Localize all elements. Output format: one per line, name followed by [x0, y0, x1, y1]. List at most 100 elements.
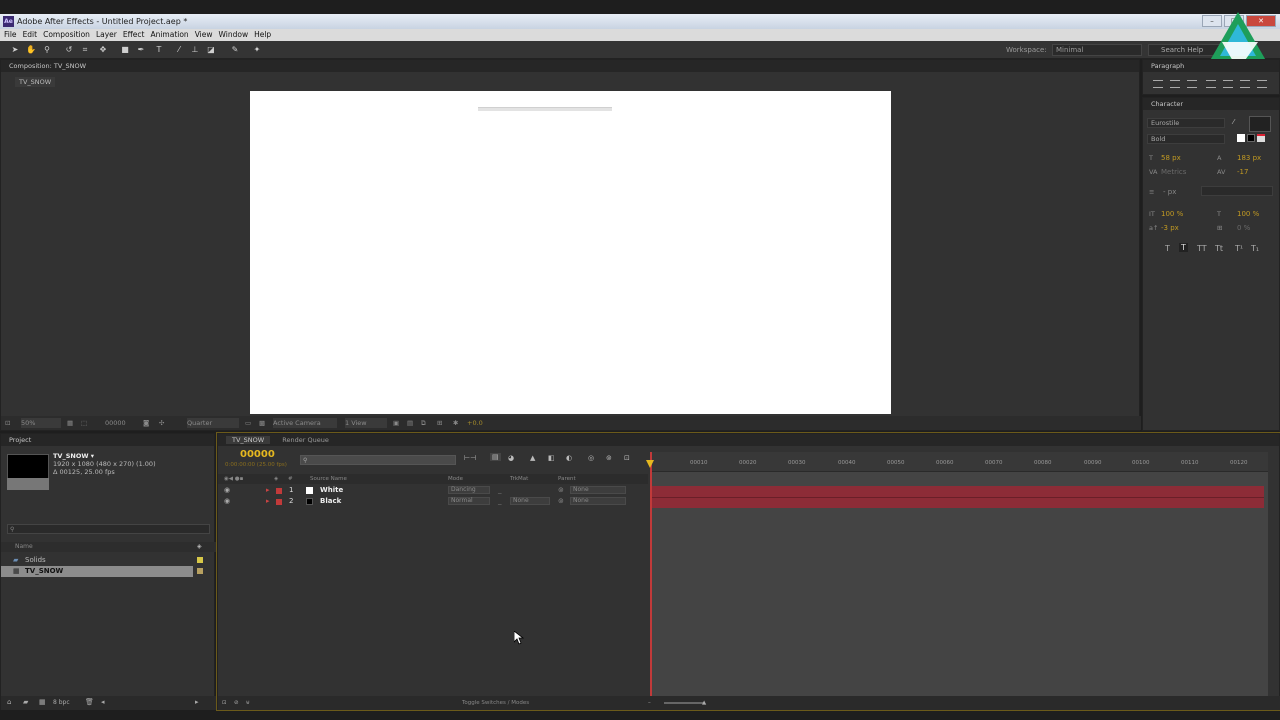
stroke-width-value[interactable]: - px: [1163, 188, 1176, 196]
comp-mini-flowchart-icon[interactable]: ⊢⊣: [464, 454, 476, 462]
toggle-switches-modes-button[interactable]: Toggle Switches / Modes: [462, 696, 529, 710]
zoom-tool-icon[interactable]: ⚲: [42, 45, 52, 55]
paragraph-tab[interactable]: Paragraph: [1151, 62, 1184, 70]
clone-stamp-tool-icon[interactable]: ⊥: [190, 45, 200, 55]
small-caps-icon[interactable]: Tt: [1215, 244, 1223, 253]
resolution-select[interactable]: Quarter: [187, 418, 239, 428]
puppet-tool-icon[interactable]: ✦: [252, 45, 262, 55]
new-composition-icon[interactable]: ▦: [39, 698, 46, 706]
pen-tool-icon[interactable]: ✒: [136, 45, 146, 55]
layer-duration-bar-2[interactable]: [652, 497, 1264, 508]
hide-shy-layers-icon[interactable]: ◕: [508, 454, 514, 462]
all-caps-icon[interactable]: TT: [1197, 244, 1207, 253]
layer-label-swatch[interactable]: [276, 499, 282, 505]
layer-parent-select[interactable]: None: [570, 486, 626, 494]
justify-all-icon[interactable]: [1257, 80, 1267, 88]
motion-blur-icon[interactable]: ◧: [548, 454, 555, 462]
font-style-select[interactable]: Bold: [1147, 134, 1225, 144]
current-time-display[interactable]: 00000: [105, 416, 126, 430]
menu-file[interactable]: File: [0, 29, 17, 41]
menu-help[interactable]: Help: [250, 29, 271, 41]
hand-tool-icon[interactable]: ✋: [26, 45, 36, 55]
project-item-tv-snow[interactable]: ▦ TV_SNOW: [1, 566, 193, 577]
render-queue-tab[interactable]: Render Queue: [282, 436, 329, 444]
menu-effect[interactable]: Effect: [119, 29, 145, 41]
selection-tool-icon[interactable]: ➤: [10, 45, 20, 55]
rectangle-tool-icon[interactable]: ■: [120, 45, 130, 55]
layer-parent-select[interactable]: None: [570, 497, 626, 505]
vertical-scale-value[interactable]: 100 %: [1161, 210, 1183, 218]
toggle-pixel-aspect-icon[interactable]: ▣: [393, 416, 399, 430]
font-family-select[interactable]: Eurostile: [1147, 118, 1225, 128]
align-right-icon[interactable]: [1187, 80, 1197, 88]
parent-header[interactable]: Parent: [558, 474, 576, 484]
layer-duration-bar-1[interactable]: [652, 486, 1264, 497]
superscript-icon[interactable]: T¹: [1235, 244, 1243, 253]
camera-tool-icon[interactable]: ⌗: [80, 45, 90, 55]
timeline-current-time[interactable]: 00000: [240, 449, 275, 460]
kerning-value[interactable]: Metrics: [1161, 168, 1186, 176]
trkmat-header[interactable]: TrkMat: [510, 474, 528, 484]
zoom-out-icon[interactable]: –: [648, 696, 651, 710]
layer-mode-select[interactable]: Normal: [448, 497, 490, 505]
menu-window[interactable]: Window: [215, 29, 249, 41]
mode-header[interactable]: Mode: [448, 474, 463, 484]
black-swatch[interactable]: [1247, 134, 1255, 142]
title-safe-icon[interactable]: ▦: [67, 416, 73, 430]
graph-editor-icon[interactable]: ⊚: [606, 454, 612, 462]
camera-select[interactable]: Active Camera: [273, 418, 337, 428]
horizontal-scale-value[interactable]: 100 %: [1237, 210, 1259, 218]
menu-edit[interactable]: Edit: [19, 29, 38, 41]
subscript-icon[interactable]: T₁: [1251, 244, 1259, 253]
always-preview-icon[interactable]: ⊡: [5, 416, 10, 430]
preserve-transparency-toggle[interactable]: _: [498, 496, 502, 507]
project-search-input[interactable]: ⚲: [7, 524, 210, 534]
current-time-indicator[interactable]: [650, 452, 652, 698]
menu-composition[interactable]: Composition: [39, 29, 90, 41]
tsume-value[interactable]: 0 %: [1237, 224, 1250, 232]
fill-color-swatch[interactable]: [1249, 116, 1271, 132]
eraser-tool-icon[interactable]: ◪: [206, 45, 216, 55]
fast-previews-icon[interactable]: ▤: [407, 416, 413, 430]
project-tab[interactable]: Project: [9, 436, 31, 444]
comp-flowchart-icon[interactable]: ⊞: [437, 416, 442, 430]
tv-snow-label-swatch[interactable]: [197, 568, 203, 574]
character-tab[interactable]: Character: [1151, 100, 1183, 108]
layer-name[interactable]: White: [320, 485, 343, 496]
pan-behind-tool-icon[interactable]: ✥: [98, 45, 108, 55]
timeline-search-input[interactable]: ⚲: [300, 455, 456, 465]
exposure-value[interactable]: +0.0: [467, 416, 483, 430]
layer-label-swatch[interactable]: [276, 488, 282, 494]
composition-viewer[interactable]: [250, 91, 891, 414]
views-select[interactable]: 1 View: [345, 418, 387, 428]
rotate-tool-icon[interactable]: ↺: [64, 45, 74, 55]
align-left-icon[interactable]: [1153, 80, 1163, 88]
workspace-select[interactable]: Minimal: [1052, 44, 1142, 56]
layer-row-2[interactable]: ◉ ▸ 2 Black Normal _ None ⊚ None: [218, 496, 648, 507]
layer-trkmat-select[interactable]: None: [510, 497, 550, 505]
name-column-header[interactable]: Name: [15, 543, 33, 550]
layer-switches-icon[interactable]: ⊡: [222, 696, 227, 710]
project-item-solids[interactable]: ▰ Solids: [1, 555, 193, 566]
in-out-icon[interactable]: ⊎: [246, 696, 250, 710]
scroll-right-icon[interactable]: ▸: [195, 698, 199, 706]
brush-tool-icon[interactable]: ⁄: [174, 45, 184, 55]
timeline-icon[interactable]: ⧉: [421, 416, 426, 430]
zoom-in-icon[interactable]: ▲: [702, 696, 706, 710]
roto-brush-tool-icon[interactable]: ✎: [230, 45, 240, 55]
faux-italic-icon[interactable]: T: [1179, 243, 1188, 252]
visibility-eye-icon[interactable]: ◉: [224, 485, 230, 496]
justify-left-icon[interactable]: [1206, 80, 1216, 88]
layer-row-1[interactable]: ◉ ▸ 1 White Dancing _ ⊚ None: [218, 485, 648, 496]
live-update-icon[interactable]: ⊡: [624, 454, 630, 462]
region-of-interest-icon[interactable]: ▭: [245, 416, 251, 430]
menu-animation[interactable]: Animation: [146, 29, 188, 41]
trash-icon[interactable]: 🗑: [85, 698, 94, 706]
align-center-icon[interactable]: [1170, 80, 1180, 88]
pick-whip-icon[interactable]: ⊚: [558, 485, 564, 496]
visibility-eye-icon[interactable]: ◉: [224, 496, 230, 507]
solids-label-swatch[interactable]: [197, 557, 203, 563]
transparency-grid-icon[interactable]: ▩: [259, 416, 265, 430]
reset-exposure-icon[interactable]: ✱: [453, 416, 458, 430]
bit-depth-button[interactable]: 8 bpc: [53, 699, 70, 706]
